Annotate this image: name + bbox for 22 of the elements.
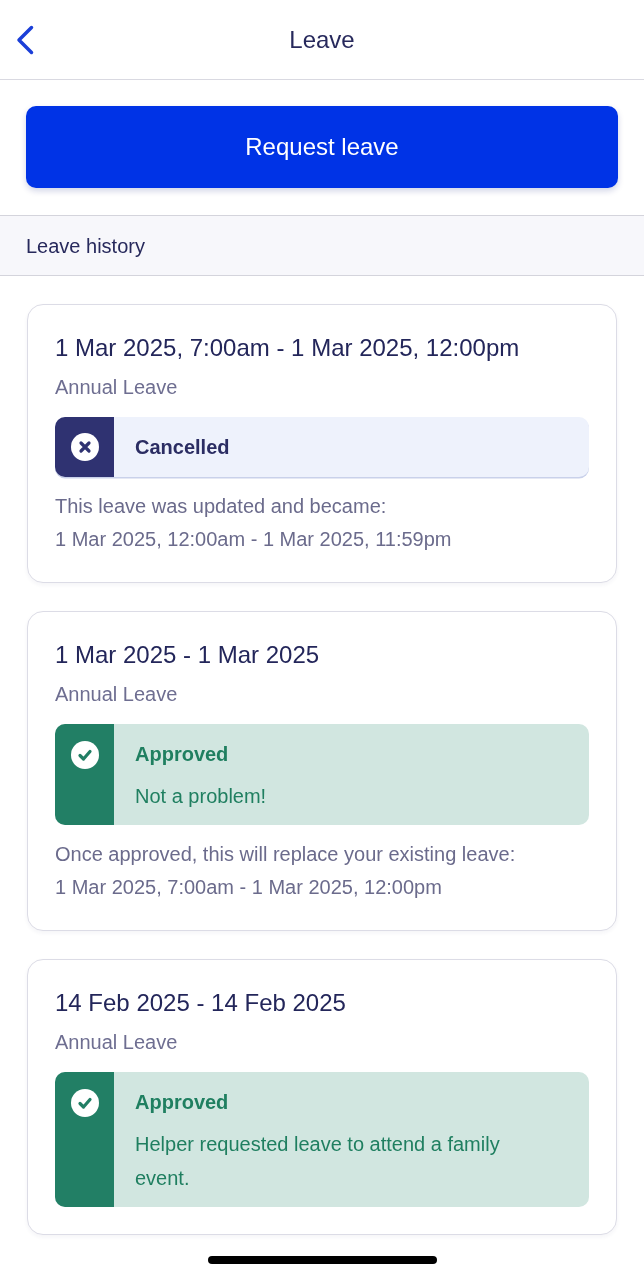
- status-message: Helper requested leave to attend a family event.: [135, 1132, 501, 1191]
- status-label: Approved: [135, 1090, 230, 1115]
- note-text: Once approved, this will replace your existing leave:: [55, 842, 517, 867]
- leave-dates: 1 Mar 2025, 7:00am - 1 Mar 2025, 12:00pm: [55, 333, 521, 363]
- status-label: Cancelled: [135, 434, 231, 460]
- section-title: Leave history: [26, 233, 145, 259]
- note-text: 1 Mar 2025, 7:00am - 1 Mar 2025, 12:00pm: [55, 875, 443, 900]
- leave-type: Annual Leave: [55, 1030, 179, 1055]
- leave-type: Annual Leave: [55, 682, 179, 707]
- page-title: Leave: [289, 24, 355, 55]
- leave-type: Annual Leave: [55, 375, 179, 400]
- status-message: Not a problem!: [135, 784, 268, 809]
- cancel-circle-icon: [70, 433, 99, 461]
- leave-dates: 1 Mar 2025 - 1 Mar 2025: [55, 640, 321, 670]
- note-text: This leave was updated and became:: [55, 494, 388, 519]
- back-icon: [15, 24, 35, 55]
- status-label: Approved: [135, 742, 230, 767]
- check-circle-icon: [70, 741, 99, 769]
- request-leave-button[interactable]: Request leave: [26, 106, 618, 188]
- check-circle-icon: [70, 1089, 99, 1117]
- note-text: 1 Mar 2025, 12:00am - 1 Mar 2025, 11:59pm: [55, 527, 453, 552]
- leave-dates: 14 Feb 2025 - 14 Feb 2025: [55, 988, 347, 1018]
